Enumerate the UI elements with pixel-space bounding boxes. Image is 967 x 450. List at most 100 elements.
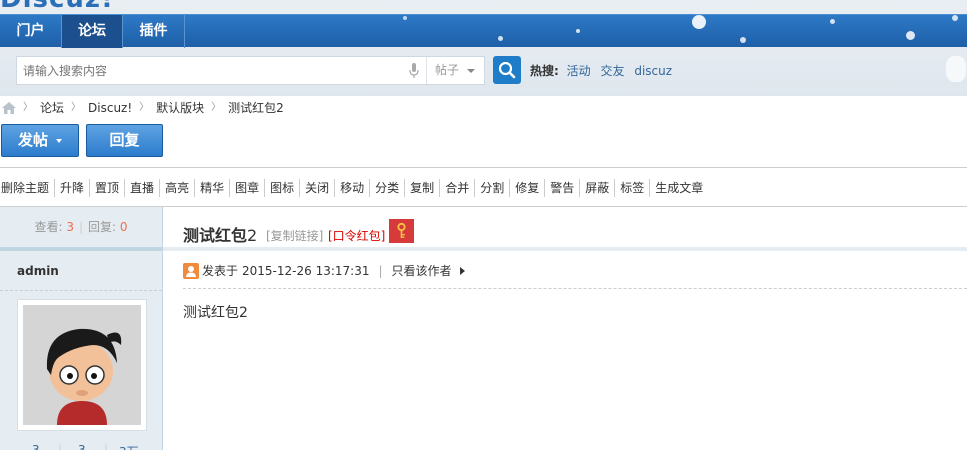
user-icon xyxy=(183,263,199,279)
mod-action[interactable]: 合并 xyxy=(439,179,474,197)
post-author-sidebar: 查看: 3 | 回复: 0 admin 3 | 3 | 3万 xyxy=(0,207,163,450)
breadcrumb-link[interactable]: Discuz! xyxy=(88,100,132,116)
views-count: 3 xyxy=(66,220,74,234)
copy-link-button[interactable]: [复制链接] xyxy=(266,227,323,244)
hot-link[interactable]: 活动 xyxy=(567,64,591,78)
mod-action[interactable]: 图章 xyxy=(229,179,264,197)
mod-action[interactable]: 高亮 xyxy=(159,179,194,197)
stat-divider: | xyxy=(78,220,84,234)
mod-action[interactable]: 警告 xyxy=(544,179,579,197)
breadcrumb-separator: 〉 xyxy=(139,102,150,113)
main-nav: 门户 论坛 插件 xyxy=(0,14,967,48)
mod-action[interactable]: 分类 xyxy=(369,179,404,197)
only-author-link[interactable]: 只看该作者 xyxy=(392,263,452,279)
thread-title: 测试红包2 xyxy=(183,222,257,246)
microphone-icon[interactable] xyxy=(409,63,419,79)
site-logo[interactable]: Discuz! xyxy=(0,0,114,14)
avatar[interactable] xyxy=(17,299,147,431)
snow-decoration xyxy=(906,31,915,40)
snow-decoration xyxy=(830,19,835,24)
key-glyph xyxy=(397,222,406,238)
mod-action[interactable]: 标签 xyxy=(614,179,649,197)
replies-count: 0 xyxy=(119,220,128,234)
moderation-bar: 删除主题 升降 置顶 直播 高亮 精华 图章 图标 关闭 移动 分类 复制 合并… xyxy=(0,179,708,197)
mod-action[interactable]: 关闭 xyxy=(299,179,334,197)
breadcrumb-separator: 〉 xyxy=(211,102,222,113)
meta-divider: | xyxy=(378,264,383,278)
avatar-image xyxy=(23,305,141,425)
search-type-select[interactable]: 帖子 xyxy=(426,57,485,84)
mod-action[interactable]: 直播 xyxy=(124,179,159,197)
search-icon xyxy=(498,61,516,79)
hot-link[interactable]: 交友 xyxy=(600,64,624,78)
reply-button[interactable]: 回复 xyxy=(86,124,163,157)
snow-decoration xyxy=(740,37,746,43)
author-stat-value[interactable]: 3万 xyxy=(119,443,139,450)
mod-action[interactable]: 删除主题 xyxy=(0,179,54,197)
redpacket-link[interactable]: [口令红包] xyxy=(328,227,385,244)
mod-action[interactable]: 精华 xyxy=(194,179,229,197)
snow-decoration xyxy=(576,29,580,33)
nav-item-forum[interactable]: 论坛 xyxy=(62,15,122,48)
snow-decoration xyxy=(946,56,966,82)
author-stat-value[interactable]: 3 xyxy=(32,443,40,450)
key-icon[interactable] xyxy=(389,219,414,243)
avatar-illustration xyxy=(23,305,141,425)
mod-action[interactable]: 屏蔽 xyxy=(579,179,614,197)
home-icon[interactable] xyxy=(2,102,16,114)
chevron-down-icon xyxy=(56,138,62,143)
snow-decoration xyxy=(498,36,503,41)
thread-title-number: 2 xyxy=(247,226,258,245)
hot-search-label: 热搜: xyxy=(530,64,559,78)
hot-link[interactable]: discuz xyxy=(634,64,672,78)
breadcrumb-current[interactable]: 测试红包2 xyxy=(228,100,284,116)
breadcrumb-link[interactable]: 论坛 xyxy=(40,100,64,116)
divider xyxy=(0,290,162,291)
thread-title-text: 测试红包 xyxy=(183,226,248,245)
divider xyxy=(183,288,967,289)
posted-date: 2015-12-26 13:17:31 xyxy=(242,264,370,278)
search-button[interactable] xyxy=(493,56,521,84)
divider xyxy=(0,167,967,168)
search-input[interactable] xyxy=(17,57,409,84)
nav-divider xyxy=(184,15,185,48)
mod-action[interactable]: 修复 xyxy=(509,179,544,197)
nav-item-portal[interactable]: 门户 xyxy=(0,15,61,48)
post-meta: 发表于 2015-12-26 13:17:31 | 只看该作者 xyxy=(183,263,465,279)
hot-search: 热搜: 活动 交友 discuz xyxy=(530,62,678,79)
snow-decoration xyxy=(403,16,407,20)
mod-action[interactable]: 图标 xyxy=(264,179,299,197)
mod-action[interactable]: 复制 xyxy=(404,179,439,197)
stat-divider: | xyxy=(104,443,109,450)
breadcrumb: 〉 论坛 〉 Discuz! 〉 默认版块 〉 测试红包2 xyxy=(2,100,284,116)
snow-decoration xyxy=(692,15,706,29)
breadcrumb-separator: 〉 xyxy=(23,102,33,113)
stat-divider: | xyxy=(58,443,63,450)
mod-action[interactable]: 生成文章 xyxy=(649,179,708,197)
thread-stats: 查看: 3 | 回复: 0 xyxy=(0,207,162,247)
reply-label: 回复 xyxy=(109,131,140,149)
breadcrumb-separator: 〉 xyxy=(71,102,82,113)
divider xyxy=(0,247,162,251)
mod-action[interactable]: 升降 xyxy=(54,179,89,197)
nav-item-plugins[interactable]: 插件 xyxy=(123,15,184,48)
chevron-down-icon xyxy=(467,69,475,73)
mod-action[interactable]: 分割 xyxy=(474,179,509,197)
post-content: 测试红包2 xyxy=(183,305,248,321)
breadcrumb-link[interactable]: 默认版块 xyxy=(156,100,204,116)
chevron-right-icon xyxy=(459,267,465,275)
author-stat-value[interactable]: 3 xyxy=(78,443,86,450)
posted-prefix: 发表于 xyxy=(202,264,239,278)
search-box: 帖子 xyxy=(16,56,485,85)
divider xyxy=(163,247,967,251)
views-label: 查看: xyxy=(34,220,63,234)
search-type-label: 帖子 xyxy=(435,63,460,77)
replies-label: 回复: xyxy=(88,220,117,234)
new-post-button[interactable]: 发帖 xyxy=(1,124,79,157)
mod-action[interactable]: 移动 xyxy=(334,179,369,197)
new-post-label: 发帖 xyxy=(17,131,48,149)
mod-action[interactable]: 置顶 xyxy=(89,179,124,197)
author-name[interactable]: admin xyxy=(17,264,59,278)
site-header: Discuz! 门户 论坛 插件 帖子 xyxy=(0,0,967,96)
snow-decoration xyxy=(952,15,958,21)
